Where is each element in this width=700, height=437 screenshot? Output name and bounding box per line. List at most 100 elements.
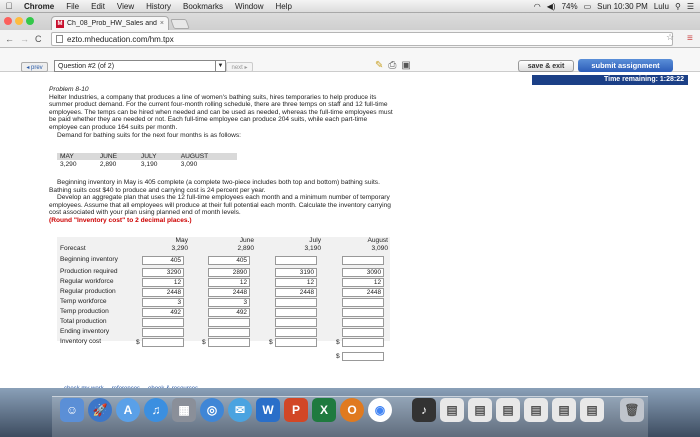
browser-tab[interactable]: M Ch_08_Prob_HW_Sales and × bbox=[51, 16, 169, 30]
trash-icon[interactable]: 🗑 bbox=[620, 398, 644, 422]
new-tab-button[interactable] bbox=[170, 19, 190, 29]
battery-icon: ▭ bbox=[583, 1, 592, 11]
word-icon[interactable]: W bbox=[256, 398, 280, 422]
outlook-icon[interactable]: O bbox=[340, 398, 364, 422]
print-icon[interactable]: ⎙ bbox=[388, 60, 396, 71]
plan-input-cell[interactable]: 3 bbox=[142, 297, 184, 307]
plan-input-cell[interactable]: 2448 bbox=[275, 287, 317, 297]
plan-input-cell[interactable]: 492 bbox=[142, 307, 184, 317]
menu-history[interactable]: History bbox=[140, 2, 177, 11]
save-exit-button[interactable]: save & exit bbox=[518, 60, 574, 72]
plan-input-cell[interactable]: 2448 bbox=[342, 287, 384, 297]
plan-input-cell[interactable]: 12 bbox=[142, 277, 184, 287]
music-icon[interactable]: ♪ bbox=[412, 398, 436, 422]
plan-input-cell[interactable]: 3290 bbox=[142, 267, 184, 277]
plan-input-cell[interactable] bbox=[342, 307, 384, 317]
notification-center-icon[interactable]: ☰ bbox=[687, 2, 694, 11]
submit-assignment-button[interactable]: submit assignment bbox=[578, 59, 673, 72]
menu-help[interactable]: Help bbox=[269, 2, 297, 11]
bookmark-star-icon[interactable]: ☆ bbox=[666, 32, 674, 43]
menu-view[interactable]: View bbox=[111, 2, 140, 11]
close-tab-icon[interactable]: × bbox=[160, 20, 164, 27]
plan-input-cell[interactable]: 405 bbox=[208, 256, 250, 265]
plan-input-cell[interactable]: 405 bbox=[142, 256, 184, 265]
plan-input-cell[interactable] bbox=[275, 297, 317, 307]
plan-input-cell[interactable]: 3090 bbox=[342, 267, 384, 277]
demand-value: 3,190 bbox=[140, 160, 158, 168]
plan-input-cell[interactable]: 12 bbox=[275, 277, 317, 287]
next-button[interactable]: next ▸ bbox=[226, 62, 253, 72]
battery-percent[interactable]: 74% bbox=[562, 2, 578, 11]
excel-icon[interactable]: X bbox=[312, 398, 336, 422]
app-store-icon[interactable]: A bbox=[116, 398, 140, 422]
launchpad-icon[interactable]: 🚀 bbox=[88, 398, 112, 422]
total-inventory-cost-input[interactable] bbox=[342, 351, 384, 361]
month-name: May bbox=[175, 237, 188, 244]
safari-icon[interactable]: ◎ bbox=[200, 398, 224, 422]
plan-input-cell[interactable] bbox=[342, 317, 384, 327]
menu-bookmarks[interactable]: Bookmarks bbox=[177, 2, 229, 11]
menu-app-chrome[interactable]: Chrome bbox=[18, 2, 60, 11]
minimize-window-icon[interactable] bbox=[15, 17, 23, 25]
plan-input-cell[interactable]: 2448 bbox=[142, 287, 184, 297]
chrome-icon[interactable]: ◉ bbox=[368, 398, 392, 422]
menu-window[interactable]: Window bbox=[229, 2, 269, 11]
question-select[interactable]: Question #2 (of 2) ▼ bbox=[54, 60, 226, 72]
chrome-menu-icon[interactable]: ≡ bbox=[687, 33, 693, 44]
finder-icon[interactable]: ☺ bbox=[60, 398, 84, 422]
address-bar[interactable]: ezto.mheducation.com/hm.tpx bbox=[51, 32, 673, 46]
plan-input-cell[interactable] bbox=[142, 327, 184, 337]
plan-input-cell[interactable]: 3190 bbox=[275, 267, 317, 277]
window-thumbnail-icon[interactable]: ▤ bbox=[440, 398, 464, 422]
photo-icon[interactable]: ▦ bbox=[172, 398, 196, 422]
messages-icon[interactable]: ✉ bbox=[228, 398, 252, 422]
plan-input-cell[interactable]: 12 bbox=[208, 277, 250, 287]
window-thumbnail-icon[interactable]: ▤ bbox=[580, 398, 604, 422]
plan-input-cell[interactable] bbox=[275, 317, 317, 327]
powerpoint-icon[interactable]: P bbox=[284, 398, 308, 422]
apple-icon[interactable]:  bbox=[0, 1, 18, 11]
window-thumbnail-icon[interactable]: ▤ bbox=[468, 398, 492, 422]
highlighter-icon[interactable]: ✎ bbox=[375, 60, 383, 71]
close-window-icon[interactable] bbox=[4, 17, 12, 25]
plan-input-cell[interactable] bbox=[208, 327, 250, 337]
user-name[interactable]: Lulu bbox=[654, 2, 669, 11]
plan-input-cell[interactable] bbox=[275, 327, 317, 337]
menu-file[interactable]: File bbox=[60, 2, 85, 11]
plan-input-cell[interactable] bbox=[275, 256, 317, 265]
plan-total-row: $ bbox=[57, 351, 392, 361]
plan-input-cell[interactable] bbox=[275, 307, 317, 317]
prev-button[interactable]: ◂ prev bbox=[21, 62, 48, 72]
plan-input-cell[interactable]: 2890 bbox=[208, 267, 250, 277]
window-thumbnail-icon[interactable]: ▤ bbox=[524, 398, 548, 422]
plan-input-cell[interactable]: 492 bbox=[208, 307, 250, 317]
plan-input-cell[interactable] bbox=[342, 297, 384, 307]
back-icon[interactable]: ← bbox=[5, 34, 14, 44]
reload-icon[interactable]: C bbox=[35, 34, 42, 44]
plan-input-cell[interactable] bbox=[208, 337, 250, 347]
plan-input-cell[interactable] bbox=[342, 337, 384, 347]
forward-icon[interactable]: → bbox=[20, 34, 29, 44]
clock[interactable]: Sun 10:30 PM bbox=[597, 2, 648, 11]
plan-input-cell[interactable] bbox=[142, 337, 184, 347]
menu-edit[interactable]: Edit bbox=[85, 2, 111, 11]
save-disk-icon[interactable]: ▣ bbox=[401, 60, 410, 71]
zoom-window-icon[interactable] bbox=[26, 17, 34, 25]
plan-input-cell[interactable] bbox=[275, 337, 317, 347]
window-thumbnail-icon[interactable]: ▤ bbox=[552, 398, 576, 422]
window-thumbnail-icon[interactable]: ▤ bbox=[496, 398, 520, 422]
plan-row-label: Regular production bbox=[60, 287, 116, 295]
plan-input-cell[interactable]: 3 bbox=[208, 297, 250, 307]
volume-icon[interactable]: ◀) bbox=[547, 2, 556, 11]
plan-input-cell[interactable]: 12 bbox=[342, 277, 384, 287]
problem-paragraph-1: Helter Industries, a company that produc… bbox=[49, 93, 393, 131]
problem-paragraph-3: Beginning inventory in May is 405 comple… bbox=[49, 179, 380, 194]
plan-input-cell[interactable] bbox=[142, 317, 184, 327]
plan-input-cell[interactable]: 2448 bbox=[208, 287, 250, 297]
spotlight-icon[interactable]: ⚲ bbox=[675, 2, 681, 11]
plan-input-cell[interactable] bbox=[342, 327, 384, 337]
wifi-icon[interactable]: ◠ bbox=[534, 2, 541, 11]
plan-input-cell[interactable] bbox=[342, 256, 384, 265]
plan-input-cell[interactable] bbox=[208, 317, 250, 327]
itunes-icon[interactable]: ♫ bbox=[144, 398, 168, 422]
